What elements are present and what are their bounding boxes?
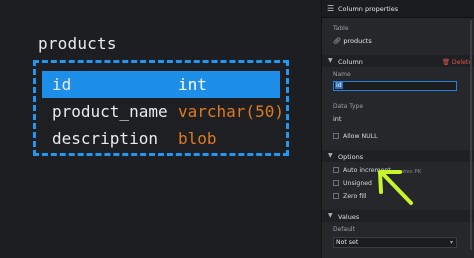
annotation-arrow-icon — [378, 170, 413, 205]
